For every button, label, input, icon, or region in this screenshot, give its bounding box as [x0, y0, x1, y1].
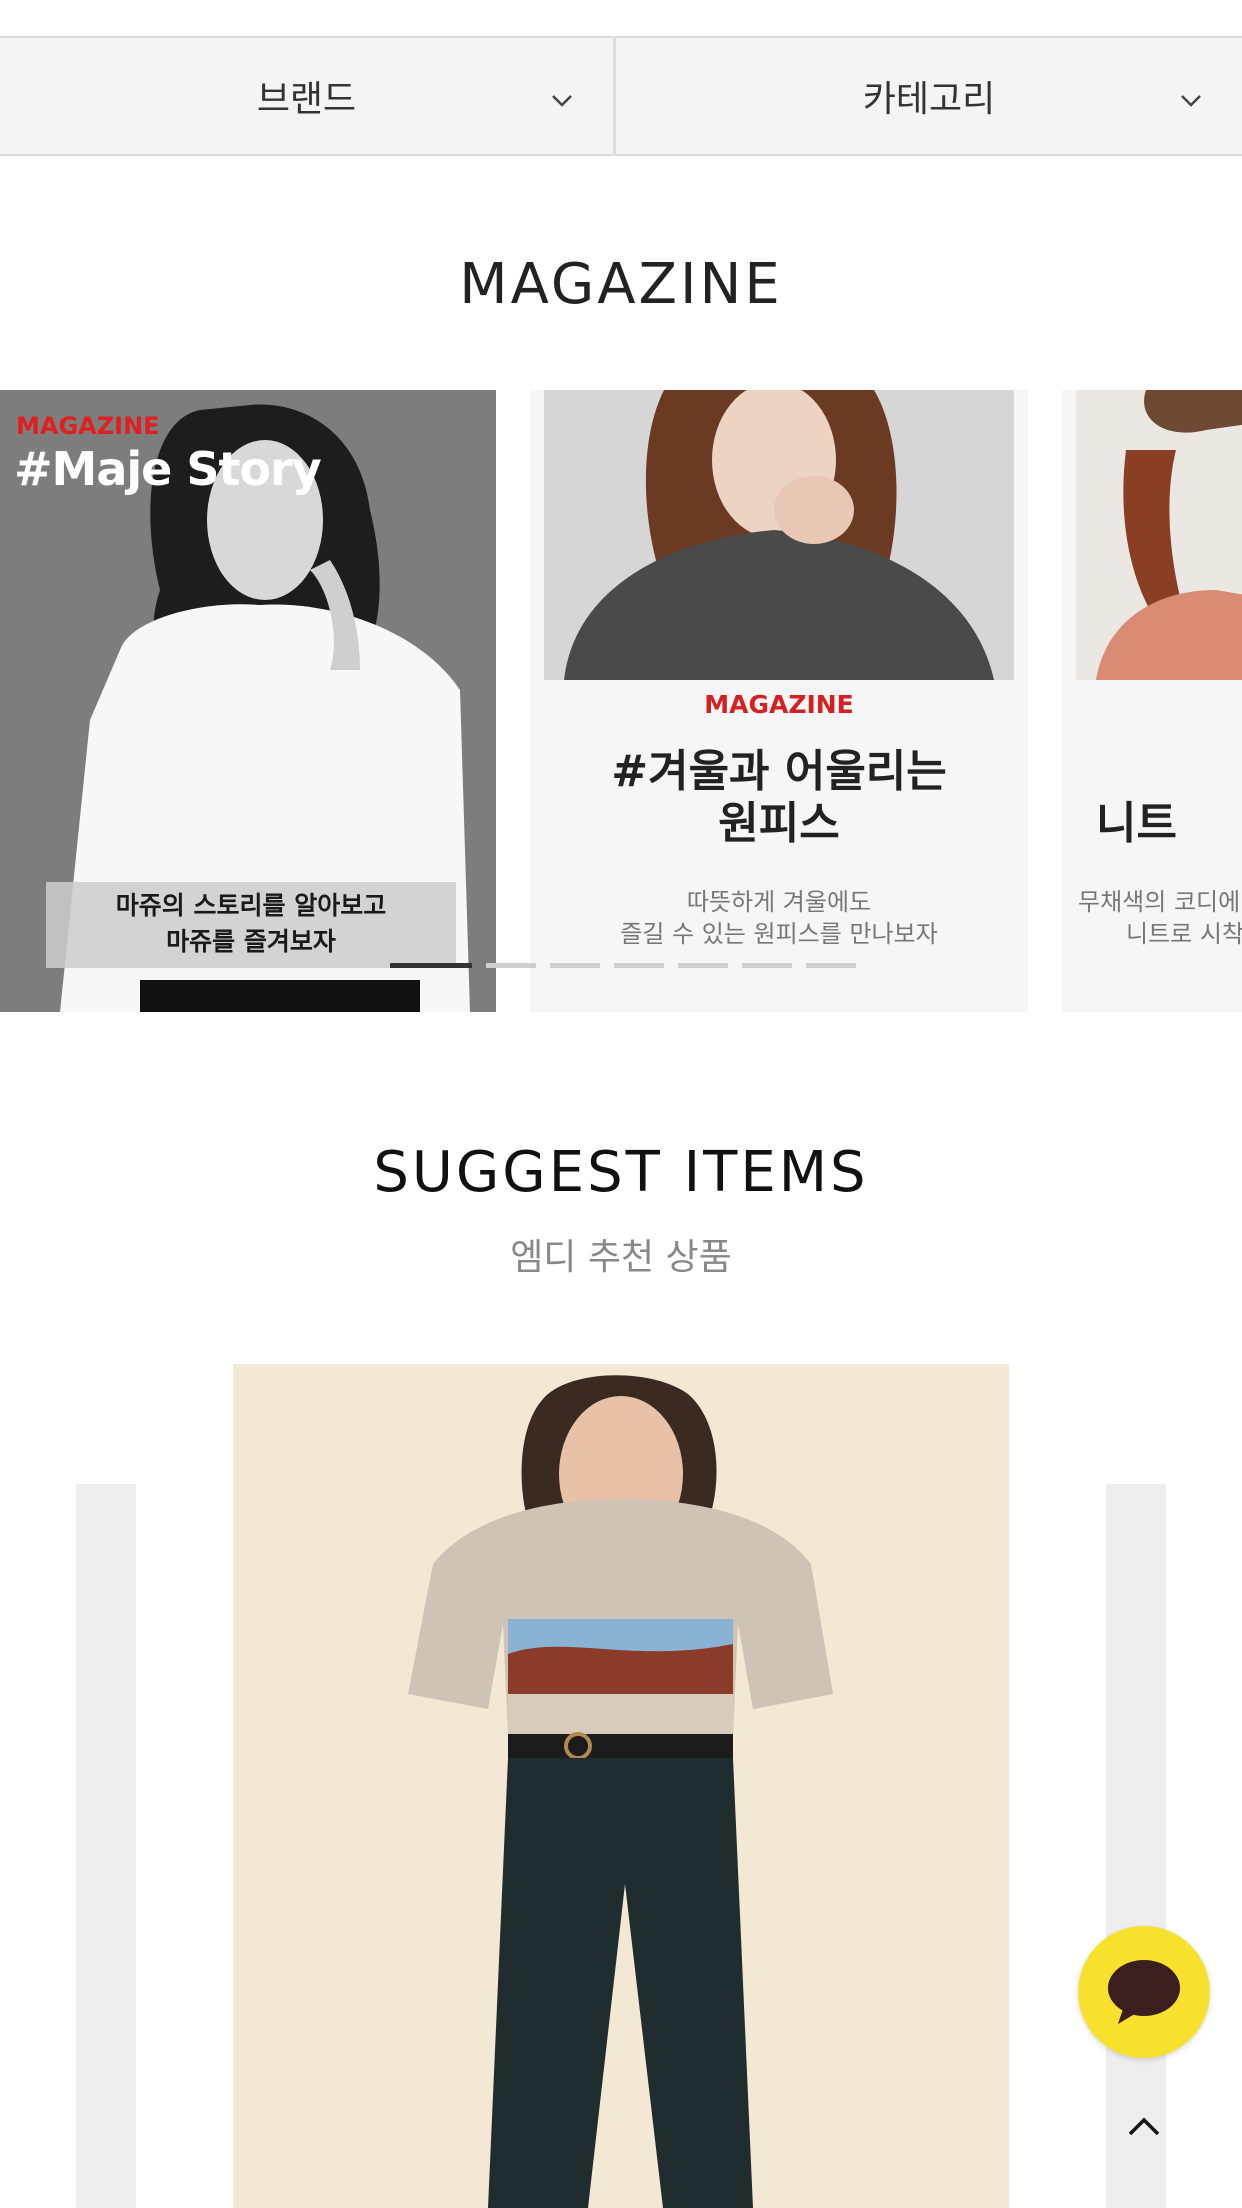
filter-bar: 브랜드 카테고리: [0, 36, 1242, 156]
product-card-previous[interactable]: [76, 1484, 136, 2208]
magazine-section-title: MAGAZINE: [459, 252, 783, 317]
category-filter-label: 카테고리: [862, 79, 996, 120]
magazine-card-knit[interactable]: # 니트 무채색의 코디에 니트로 시착: [1062, 390, 1242, 1012]
pagination-dot[interactable]: [486, 963, 536, 968]
chevron-up-icon[interactable]: [1118, 2100, 1170, 2152]
magazine-card-caption: 마쥬의 스토리를 알아보고 마쥬를 즐겨보자: [46, 882, 456, 968]
chat-bubble-icon: [1108, 1960, 1180, 2024]
model-photo: [544, 390, 1014, 680]
headline-line: #겨울과 어울리는: [611, 746, 947, 797]
category-filter-dropdown[interactable]: 카테고리: [616, 38, 1242, 154]
magazine-card-maje-story[interactable]: MAGAZINE #Maje Story 마쥬의 스토리를 알아보고 마쥬를 즐…: [0, 390, 496, 1012]
headline-line: 니트: [1096, 798, 1177, 849]
caption-line: 마쥬를 즐겨보자: [166, 927, 336, 956]
magazine-card-headline: #Maje Story: [14, 442, 322, 496]
carousel-pagination: [390, 963, 856, 968]
magazine-card-headline: #겨울과 어울리는 원피스: [530, 746, 1028, 850]
pagination-dot[interactable]: [390, 963, 472, 968]
brand-filter-label: 브랜드: [256, 79, 357, 120]
magazine-card-headline: # 니트: [1096, 746, 1242, 850]
suggest-section-title: SUGGEST ITEMS: [373, 1140, 869, 1205]
headline-line: 원피스: [718, 798, 840, 849]
pagination-dot[interactable]: [550, 963, 600, 968]
product-card[interactable]: [233, 1364, 1009, 2208]
suggest-section-subtitle: 엠디 추천 상품: [510, 1237, 732, 1278]
kakao-talk-button[interactable]: [1078, 1926, 1210, 2058]
pagination-dot[interactable]: [614, 963, 664, 968]
magazine-card-tag: MAGAZINE: [704, 690, 854, 719]
magazine-card-description: 따뜻하게 겨울에도 즐길 수 있는 원피스를 만나보자: [530, 886, 1028, 950]
brand-filter-dropdown[interactable]: 브랜드: [0, 38, 616, 154]
product-photo: [233, 1364, 1009, 2208]
headline-line: #: [1154, 746, 1242, 798]
model-photo: [1076, 390, 1242, 680]
pagination-dot[interactable]: [806, 963, 856, 968]
description-line: 니트로 시착: [1126, 920, 1242, 948]
pagination-dot[interactable]: [678, 963, 728, 968]
description-line: 따뜻하게 겨울에도: [686, 888, 872, 916]
pagination-dot[interactable]: [742, 963, 792, 968]
magazine-card-winter-dress[interactable]: MAGAZINE #겨울과 어울리는 원피스 따뜻하게 겨울에도 즐길 수 있는…: [530, 390, 1028, 1012]
description-line: 무채색의 코디에: [1078, 888, 1241, 916]
caption-line: 마쥬의 스토리를 알아보고: [115, 891, 387, 920]
magazine-card-description: 무채색의 코디에 니트로 시착: [1078, 886, 1242, 950]
chevron-down-icon: [1181, 95, 1201, 107]
description-line: 즐길 수 있는 원피스를 만나보자: [620, 920, 938, 948]
chevron-down-icon: [552, 95, 572, 107]
magazine-card-tag: MAGAZINE: [16, 412, 160, 440]
